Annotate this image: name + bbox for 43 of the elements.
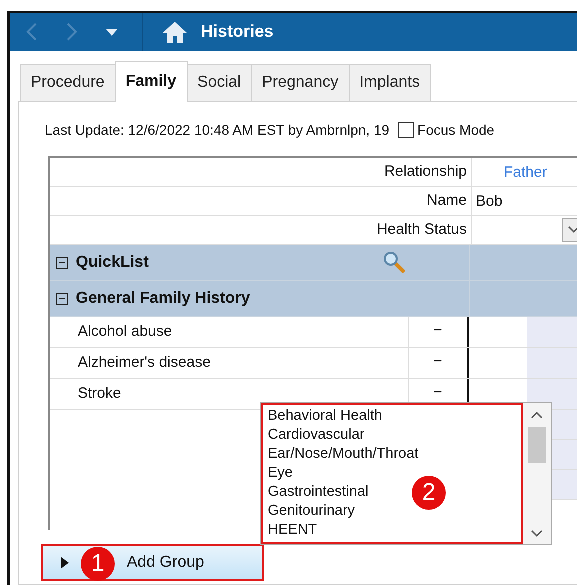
- condition-name: Alzheimer's disease: [50, 348, 409, 378]
- checkbox-label: Focus Mode: [418, 122, 495, 138]
- scroll-thumb[interactable]: [528, 427, 546, 463]
- search-icon[interactable]: [383, 251, 405, 273]
- list-item[interactable]: Behavioral Health: [268, 407, 382, 426]
- forward-icon[interactable]: [66, 23, 78, 41]
- tab[interactable]: Pregnancy: [251, 64, 350, 101]
- group-header[interactable]: QuickList: [50, 245, 577, 281]
- name-value: Bob: [476, 192, 503, 210]
- back-icon[interactable]: [26, 23, 38, 41]
- scroll-down-icon[interactable]: [531, 530, 543, 538]
- dropdown-icon[interactable]: [106, 28, 118, 36]
- scrollbar[interactable]: [523, 403, 551, 544]
- collapse-icon[interactable]: [56, 292, 68, 304]
- collapse-icon[interactable]: [56, 256, 68, 268]
- expand-arrow-icon: [61, 556, 69, 568]
- tab[interactable]: Procedure: [20, 64, 116, 101]
- list-item[interactable]: Ear/Nose/Mouth/Throat: [268, 445, 419, 464]
- list-item[interactable]: Eye: [268, 464, 293, 483]
- list-item[interactable]: Cardiovascular: [268, 426, 365, 445]
- condition-name: Alcohol abuse: [50, 317, 409, 347]
- tab[interactable]: Family: [114, 61, 188, 102]
- group-title: QuickList: [76, 254, 149, 272]
- condition-mark: −: [432, 321, 444, 341]
- tab[interactable]: Implants: [348, 64, 432, 101]
- row-label: Health Status: [50, 216, 472, 244]
- last-update-text: Last Update: 12/6/2022 10:48 AM EST by Ambrnlpn, 19: [45, 122, 390, 138]
- list-item[interactable]: Genitourinary: [268, 502, 356, 521]
- list-item[interactable]: HEENT: [268, 521, 318, 540]
- list-item[interactable]: Gastrointestinal: [268, 483, 369, 502]
- relationship-link[interactable]: Father: [504, 164, 548, 180]
- group-title: General Family History: [76, 290, 250, 308]
- window-title: Histories: [201, 22, 274, 42]
- row-label: Name: [50, 187, 472, 215]
- tab[interactable]: Social: [186, 64, 252, 101]
- scroll-up-icon[interactable]: [531, 411, 543, 419]
- checkbox[interactable]: [398, 122, 414, 138]
- condition-mark: −: [432, 352, 444, 372]
- condition-mark: −: [432, 383, 444, 403]
- home-icon[interactable]: [163, 22, 187, 42]
- row-label: Relationship: [50, 158, 472, 186]
- group-header[interactable]: General Family History: [50, 281, 577, 317]
- chevron-down-icon: [568, 226, 577, 234]
